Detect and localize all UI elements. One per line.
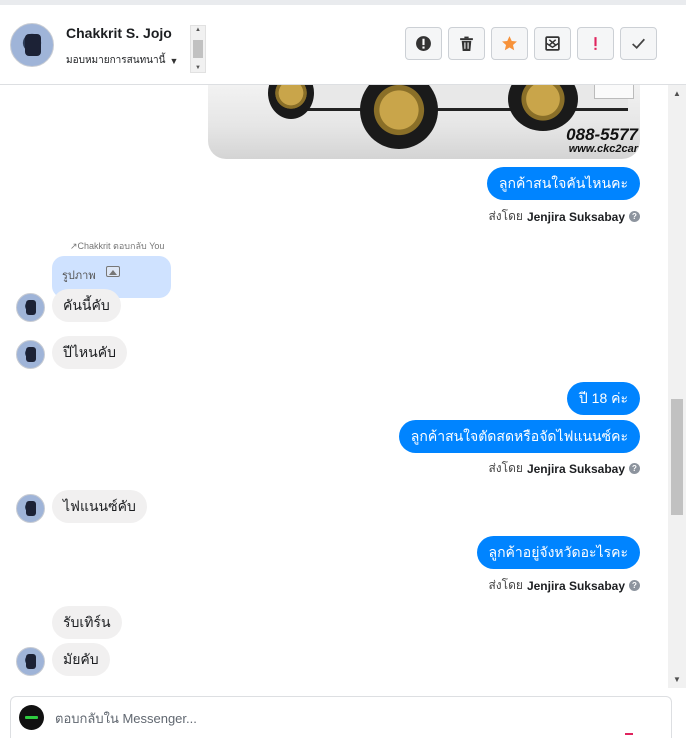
question-icon[interactable]: ? [629, 211, 640, 222]
car-wheel-rear [268, 85, 314, 119]
contact-avatar-small[interactable] [16, 293, 45, 322]
car-wheel-front [360, 85, 438, 149]
spellcheck-mark [625, 733, 633, 735]
sent-by-prefix: ส่งโดย [488, 461, 523, 475]
question-icon[interactable]: ? [629, 580, 640, 591]
conversation-header: Chakkrit S. Jojo มอบหมายการสนทนานี้ ▼ ▲ … [0, 0, 686, 85]
outgoing-message[interactable]: ลูกค้าอยู่จังหวัดอะไรคะ [476, 536, 640, 569]
license-plate [594, 85, 634, 99]
incoming-message[interactable]: มัยคับ [52, 643, 110, 676]
reply-arrow-icon: ↗ [70, 241, 78, 251]
spam-button[interactable] [534, 27, 571, 60]
sent-by-label: ส่งโดย Jenjira Suksabay ? [488, 207, 640, 226]
question-icon[interactable]: ? [629, 463, 640, 474]
photo-watermark-web: www.ckc2car [568, 143, 638, 155]
sent-by-label: ส่งโดย Jenjira Suksabay ? [488, 576, 640, 595]
sent-by-prefix: ส่งโดย [488, 578, 523, 592]
mail-blocked-icon [545, 36, 560, 51]
sent-by-prefix: ส่งโดย [488, 209, 523, 223]
scroll-down-icon[interactable]: ▼ [673, 675, 681, 684]
exclamation-icon [594, 37, 597, 50]
message-composer [10, 696, 672, 738]
outgoing-message[interactable]: ลูกค้าสนใจคันไหนคะ [486, 167, 640, 200]
star-icon [502, 36, 517, 51]
reply-note: ↗Chakkrit ตอบกลับ You [70, 239, 164, 253]
caret-down-icon: ▼ [169, 55, 179, 66]
mini-scroll-thumb[interactable] [193, 40, 203, 58]
scrollbar-thumb[interactable] [671, 399, 683, 515]
scroll-up-icon[interactable]: ▲ [195, 27, 201, 33]
star-button[interactable] [491, 27, 528, 60]
header-mini-scrollbar[interactable]: ▲ ▼ [190, 25, 206, 73]
agent-name: Jenjira Suksabay [526, 209, 625, 224]
contact-avatar[interactable] [10, 23, 54, 67]
alert-button[interactable] [405, 27, 442, 60]
incoming-message[interactable]: ปีไหนคับ [52, 336, 127, 369]
incoming-message[interactable]: รับเทิร์น [52, 606, 122, 639]
scroll-up-icon[interactable]: ▲ [673, 89, 681, 98]
thread-scrollbar[interactable]: ▲ ▼ [668, 85, 686, 688]
delete-button[interactable] [448, 27, 485, 60]
reply-note-text: Chakkrit ตอบกลับ You [77, 241, 165, 251]
image-icon [105, 266, 120, 277]
assign-conversation-dropdown[interactable]: มอบหมายการสนทนานี้ ▼ [66, 53, 178, 68]
contact-avatar-small[interactable] [16, 647, 45, 676]
trash-icon [460, 36, 473, 51]
inbox-conversation: Chakkrit S. Jojo มอบหมายการสนทนานี้ ▼ ▲ … [0, 0, 690, 738]
conversation-actions [405, 27, 657, 60]
incoming-message[interactable]: ไฟแนนซ์คับ [52, 490, 147, 523]
scroll-down-icon[interactable]: ▼ [195, 65, 201, 71]
reply-quote-label: รูปภาพ [62, 270, 96, 282]
sent-by-label: ส่งโดย Jenjira Suksabay ? [488, 459, 640, 478]
message-thread[interactable]: 088-5577 www.ckc2car ลูกค้าสนใจคันไหนคะ … [0, 85, 668, 688]
done-button[interactable] [620, 27, 657, 60]
incoming-message[interactable]: คันนี้คับ [52, 289, 121, 322]
agent-name: Jenjira Suksabay [526, 461, 625, 476]
contact-avatar-small[interactable] [16, 494, 45, 523]
contact-avatar-small[interactable] [16, 340, 45, 369]
assign-label: มอบหมายการสนทนานี้ [66, 55, 166, 66]
page-avatar [19, 705, 44, 730]
exclamation-circle-icon [416, 36, 431, 51]
reply-input[interactable] [55, 707, 635, 729]
outgoing-message[interactable]: ปี 18 ค่ะ [566, 382, 640, 415]
check-icon [632, 38, 645, 49]
important-button[interactable] [577, 27, 614, 60]
photo-watermark-phone: 088-5577 [566, 125, 638, 144]
outgoing-message[interactable]: ลูกค้าสนใจตัดสดหรือจัดไฟแนนซ์คะ [398, 420, 640, 453]
contact-name[interactable]: Chakkrit S. Jojo [66, 25, 172, 41]
agent-name: Jenjira Suksabay [526, 578, 625, 593]
car-photo-message[interactable]: 088-5577 www.ckc2car [208, 85, 640, 159]
